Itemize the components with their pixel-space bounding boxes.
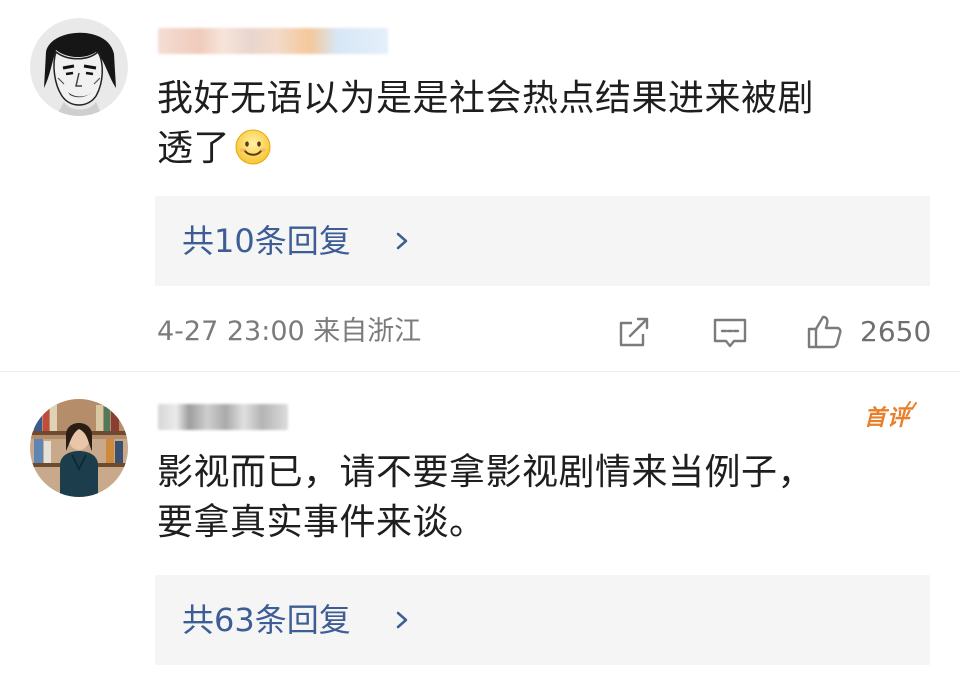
comment-text-line: 要拿真实事件来谈。	[157, 502, 486, 543]
divider	[0, 371, 960, 372]
avatar-illustration	[30, 18, 128, 116]
avatar[interactable]	[30, 18, 128, 116]
like-icon[interactable]	[806, 314, 842, 350]
replies-count-label: 共63条回复	[182, 601, 351, 639]
replies-count-label: 共10条回复	[182, 222, 351, 260]
username-blurred[interactable]	[158, 404, 288, 430]
chevron-right-icon	[396, 611, 408, 629]
view-replies-button[interactable]: 共10条回复	[155, 196, 930, 286]
like-count: 2650	[860, 315, 932, 348]
username-blurred[interactable]	[158, 28, 388, 54]
comment-text-line: 我好无语以为是是社会热点结果进来被剧	[157, 78, 815, 119]
comment-text-line: 透了	[157, 124, 937, 180]
comment-text: 我好无语以为是是社会热点结果进来被剧 透了	[157, 74, 937, 180]
view-replies-button[interactable]: 共63条回复	[155, 575, 930, 665]
comment-text-fragment: 透了	[157, 128, 231, 169]
smile-emoji-icon	[234, 128, 272, 180]
comment-text-line: 影视而已，请不要拿影视剧情来当例子，	[157, 452, 815, 493]
comment-item: 首评 影视而已，请不要拿影视剧情来当例子， 要拿真实事件来谈。 共63条回复	[0, 374, 960, 683]
badge-sparkle-icon	[905, 401, 917, 410]
comment-icon[interactable]	[712, 314, 748, 350]
comment-text: 影视而已，请不要拿影视剧情来当例子， 要拿真实事件来谈。	[157, 448, 937, 548]
avatar[interactable]	[30, 399, 128, 497]
comment-item: 我好无语以为是是社会热点结果进来被剧 透了 共10条回复 4-27 23:00 …	[0, 0, 960, 372]
avatar-photo	[30, 399, 128, 497]
comment-meta: 4-27 23:00 来自浙江	[157, 316, 422, 347]
forward-icon[interactable]	[616, 314, 652, 350]
chevron-right-icon	[396, 232, 408, 250]
